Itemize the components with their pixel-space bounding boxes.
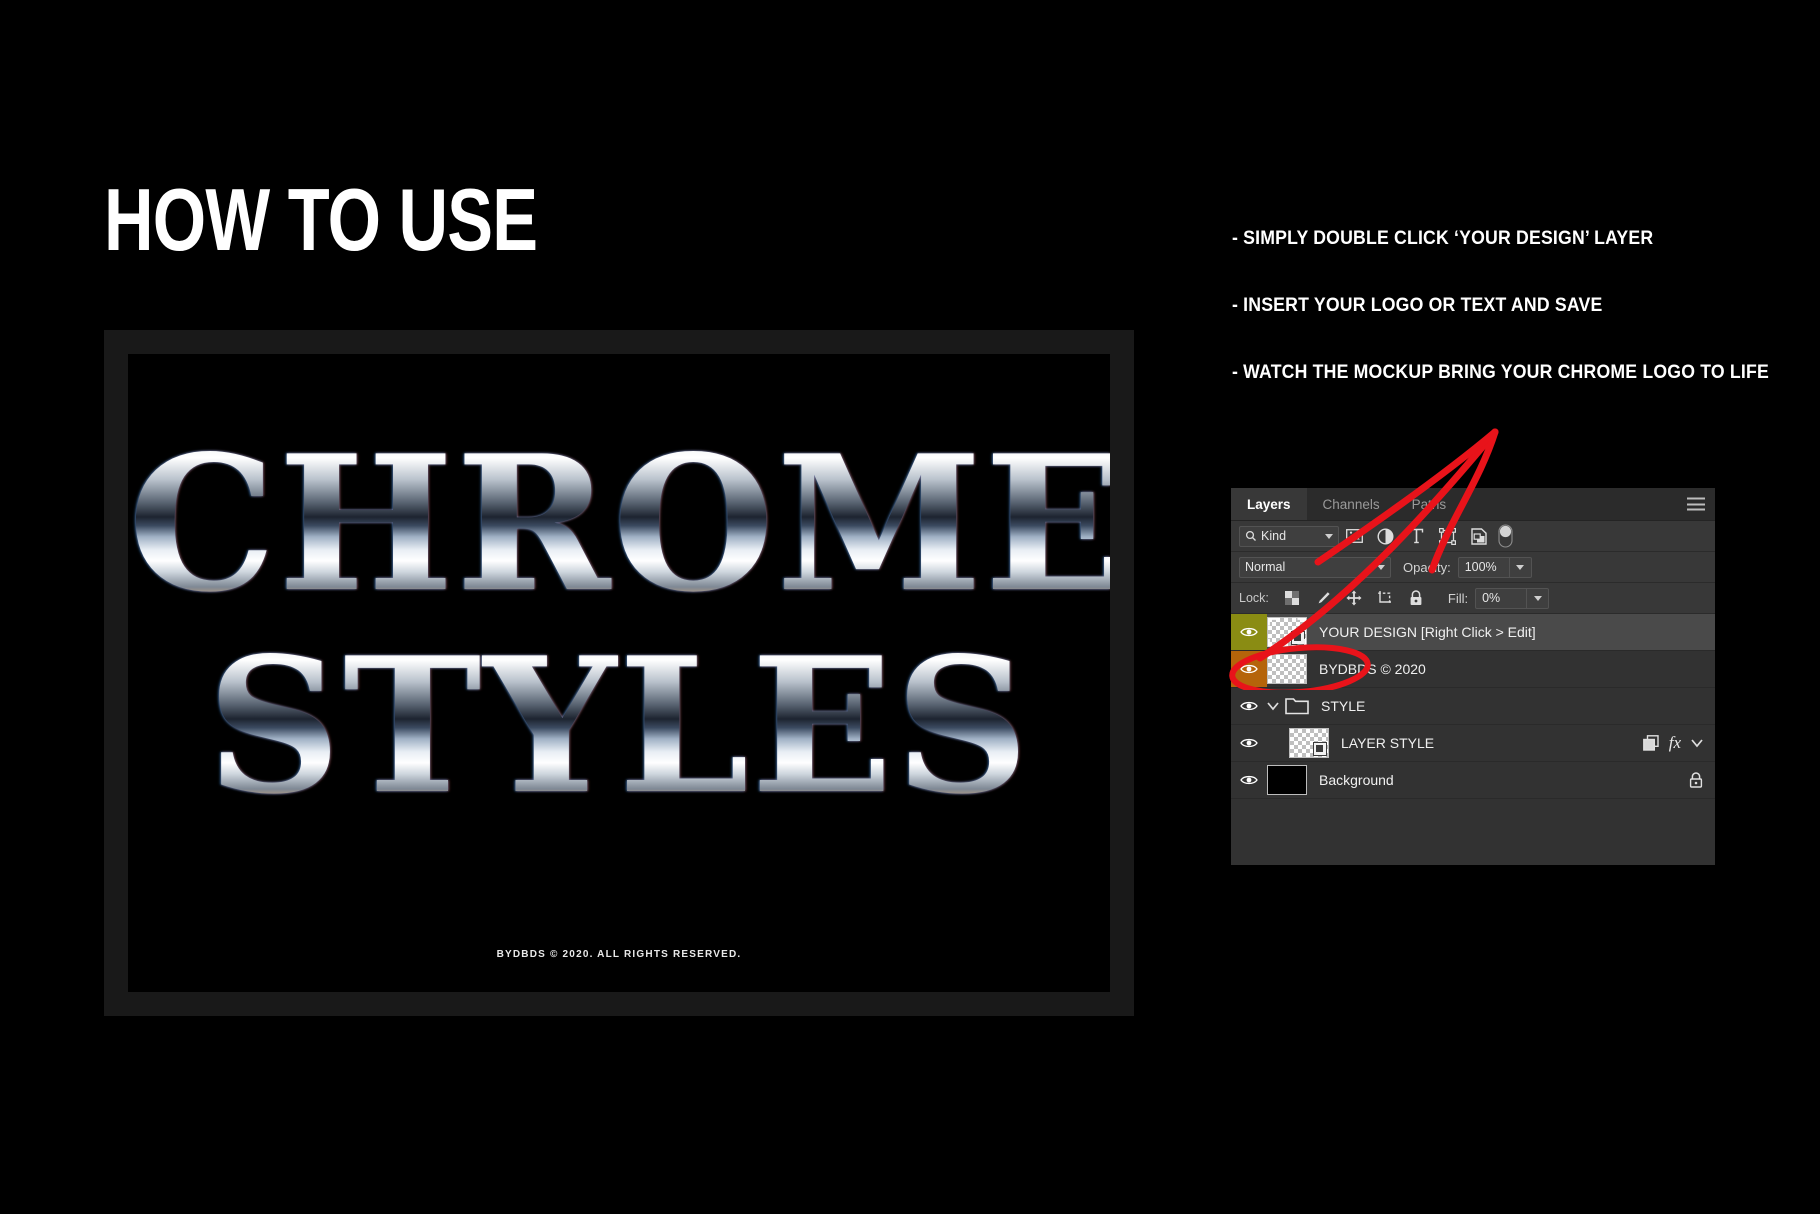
chevron-down-icon	[1516, 564, 1525, 570]
shape-layer-filter-icon[interactable]	[1438, 527, 1457, 546]
pixel-layer-filter-icon[interactable]	[1345, 527, 1364, 546]
layer-row-background[interactable]: Background	[1231, 762, 1715, 799]
lock-position-icon[interactable]	[1345, 589, 1364, 608]
layers-panel: Layers Channels Paths Kind Normal Opacit…	[1231, 488, 1715, 865]
tab-channels-label: Channels	[1322, 496, 1380, 512]
lock-artboard-nesting-icon[interactable]	[1376, 589, 1395, 608]
layer-name: YOUR DESIGN [Right Click > Edit]	[1319, 624, 1536, 640]
layer-row-layer-style[interactable]: LAYER STYLE fx	[1231, 725, 1715, 762]
fx-label[interactable]: fx	[1669, 733, 1681, 753]
chevron-down-icon	[1533, 595, 1542, 601]
filter-kind-label: Kind	[1261, 529, 1287, 543]
eye-icon	[1240, 701, 1258, 711]
blend-mode-value: Normal	[1245, 560, 1286, 574]
layer-thumbnail[interactable]	[1267, 654, 1307, 684]
chrome-text-line-2: STYLES	[128, 616, 1110, 835]
hamburger-menu-icon[interactable]	[1687, 497, 1705, 511]
fx-expand-chevron-icon[interactable]	[1691, 738, 1703, 748]
layer-row-bydbds[interactable]: BYDBDS © 2020	[1231, 651, 1715, 688]
artwork-frame: CHROME STYLES BYDBDS © 2020. ALL RIGHTS …	[104, 330, 1134, 1016]
chevron-down-icon	[1325, 533, 1333, 539]
layer-row-style-group[interactable]: STYLE	[1231, 688, 1715, 725]
lock-transparent-pixels-icon[interactable]	[1283, 589, 1302, 608]
group-expand-chevron-icon[interactable]	[1267, 701, 1279, 711]
layer-visibility-toggle[interactable]	[1231, 762, 1267, 798]
fill-input[interactable]: 0%	[1475, 587, 1528, 609]
layer-name: Background	[1319, 772, 1394, 788]
blend-mode-row: Normal Opacity: 100%	[1231, 552, 1715, 583]
opacity-input[interactable]: 100%	[1457, 556, 1510, 578]
filter-kind-select[interactable]: Kind	[1239, 525, 1339, 547]
chrome-text-line-1: CHROME	[128, 414, 1110, 633]
layer-visibility-toggle[interactable]	[1231, 614, 1267, 650]
eye-icon	[1240, 738, 1258, 748]
layer-visibility-toggle[interactable]	[1231, 651, 1267, 687]
eye-icon	[1240, 627, 1258, 637]
tab-layers-label: Layers	[1247, 496, 1291, 512]
fill-label: Fill:	[1447, 590, 1469, 606]
opacity-label: Opacity:	[1403, 559, 1451, 575]
fill-value: 0%	[1482, 591, 1501, 605]
lock-icon	[1689, 772, 1703, 788]
instructions-list: - SIMPLY DOUBLE CLICK ‘YOUR DESIGN’ LAYE…	[1232, 228, 1792, 429]
lock-all-icon[interactable]	[1407, 589, 1426, 608]
eye-icon	[1240, 664, 1258, 674]
adjustment-layer-filter-icon[interactable]	[1376, 527, 1395, 546]
tab-channels[interactable]: Channels	[1306, 488, 1396, 520]
opacity-value: 100%	[1464, 560, 1497, 574]
lock-image-pixels-icon[interactable]	[1314, 589, 1333, 608]
layer-thumbnail[interactable]	[1267, 617, 1307, 647]
layer-visibility-toggle[interactable]	[1231, 688, 1267, 724]
blend-mode-select[interactable]: Normal	[1239, 556, 1391, 578]
search-icon	[1245, 530, 1256, 541]
opacity-stepper[interactable]	[1509, 556, 1532, 578]
layer-row-your-design[interactable]: YOUR DESIGN [Right Click > Edit]	[1231, 614, 1715, 651]
tab-paths[interactable]: Paths	[1395, 488, 1463, 520]
layer-name: BYDBDS © 2020	[1319, 661, 1426, 677]
tab-paths-label: Paths	[1411, 496, 1447, 512]
smart-object-badge-icon	[1313, 742, 1327, 756]
link-layers-icon[interactable]	[1642, 735, 1659, 751]
layer-name: STYLE	[1321, 698, 1366, 714]
lock-row: Lock: Fill: 0%	[1231, 583, 1715, 614]
folder-icon	[1285, 697, 1309, 715]
instruction-item-2: - INSERT YOUR LOGO OR TEXT AND SAVE	[1232, 295, 1603, 316]
filter-toggle-switch[interactable]	[1498, 524, 1513, 548]
tab-layers[interactable]: Layers	[1231, 488, 1307, 520]
instruction-item-1: - SIMPLY DOUBLE CLICK ‘YOUR DESIGN’ LAYE…	[1232, 228, 1654, 249]
page-title: HOW TO USE	[104, 170, 538, 269]
layer-thumbnail[interactable]	[1289, 728, 1329, 758]
layer-filter-row: Kind	[1231, 521, 1715, 552]
layer-thumbnail[interactable]	[1267, 765, 1307, 795]
lock-label: Lock:	[1239, 591, 1269, 605]
type-layer-filter-icon[interactable]	[1407, 527, 1426, 546]
layer-name: LAYER STYLE	[1341, 735, 1435, 751]
panel-tab-bar: Layers Channels Paths	[1231, 488, 1715, 521]
instruction-item-3: - WATCH THE MOCKUP BRING YOUR CHROME LOG…	[1232, 362, 1769, 383]
smart-object-filter-icon[interactable]	[1469, 527, 1488, 546]
smart-object-brackets-icon	[1268, 618, 1306, 647]
chevron-down-icon	[1377, 564, 1385, 570]
fill-stepper[interactable]	[1527, 587, 1550, 609]
layer-list: YOUR DESIGN [Right Click > Edit] BYDBDS …	[1231, 614, 1715, 799]
eye-icon	[1240, 775, 1258, 785]
artwork-canvas: CHROME STYLES BYDBDS © 2020. ALL RIGHTS …	[128, 354, 1110, 992]
artwork-credit: BYDBDS © 2020. ALL RIGHTS RESERVED.	[496, 949, 742, 960]
layer-visibility-toggle[interactable]	[1231, 725, 1267, 761]
